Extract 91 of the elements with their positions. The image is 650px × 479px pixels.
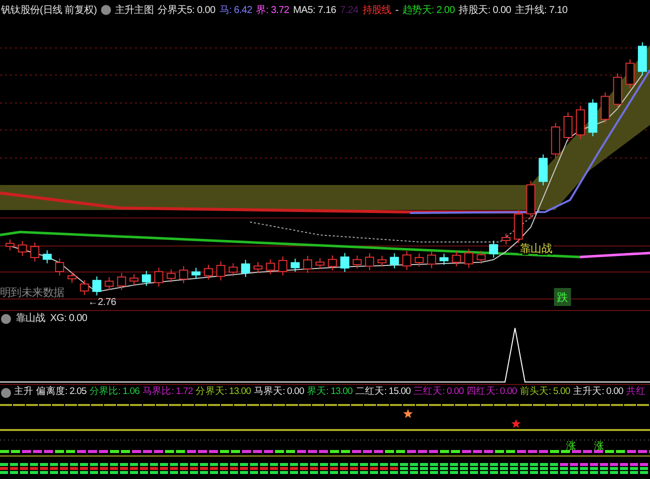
label-background <box>554 288 571 306</box>
indicator-reading: - <box>395 4 398 18</box>
fall-signal-label: 跌 <box>557 292 568 304</box>
indicator-reading: 持股线 <box>362 4 392 18</box>
indicator-reading: 界: 3.72 <box>256 4 290 18</box>
signal-label: 靠山战 <box>520 243 552 255</box>
candlestick <box>42 250 52 264</box>
candlestick <box>204 264 213 280</box>
candlestick <box>502 233 510 245</box>
indicator-reading: 7.24 <box>340 4 358 18</box>
candlestick <box>464 248 474 268</box>
rise-marker: 涨 <box>566 441 576 452</box>
candlestick <box>600 92 610 124</box>
candlestick <box>390 252 399 269</box>
indicator-reading: 三红天: 0.00 <box>413 385 464 400</box>
indicator-reading: 分界天: 13.00 <box>196 385 251 400</box>
indicator-reading: 马界天: 0.00 <box>254 385 304 400</box>
candlestick <box>551 122 560 158</box>
candlestick <box>254 262 262 274</box>
indicator-reading: 主升线: 7.10 <box>515 4 568 18</box>
candlestick <box>303 255 312 274</box>
candlestick <box>68 271 76 284</box>
candlestick <box>489 240 498 258</box>
candlestick <box>104 276 114 291</box>
candlestick <box>378 255 386 268</box>
indicator-reading: 界天: 13.00 <box>306 385 352 400</box>
panel-reading: XG: 0.00 <box>50 312 88 326</box>
indicator-reading: 共红 <box>626 385 646 400</box>
candlestick <box>440 253 448 266</box>
candlestick <box>241 259 250 278</box>
candlestick <box>526 180 536 218</box>
candlestick <box>402 250 412 270</box>
indicator-reading: 分界天5: 0.00 <box>158 4 216 18</box>
chart-note: 明到未来数据 <box>0 287 64 299</box>
candlestick <box>613 72 622 109</box>
candlestick <box>514 210 523 244</box>
candlestick <box>216 260 226 281</box>
indicator-reading: 主升天: 0.00 <box>572 385 624 400</box>
candlestick <box>638 42 647 76</box>
options-icon[interactable] <box>1 388 11 398</box>
indicator-reading: 四红天: 0.00 <box>466 385 517 400</box>
candlestick <box>564 112 572 142</box>
candlestick <box>117 272 126 290</box>
candlestick <box>414 253 424 268</box>
options-icon[interactable] <box>1 314 11 324</box>
candlestick <box>55 258 64 276</box>
indicator-reading: 分界比: 1.06 <box>89 385 140 400</box>
options-icon[interactable] <box>100 5 111 15</box>
candlestick <box>626 58 634 89</box>
candlestick <box>365 252 374 271</box>
indicator-reading: 趋势天: 2.00 <box>402 4 455 18</box>
indicator-reading: 马: 6.42 <box>219 4 252 18</box>
candlestick <box>340 252 350 272</box>
candlestick <box>476 250 486 264</box>
candlestick <box>166 268 176 283</box>
indicator-name: 主升主图 <box>114 4 154 18</box>
candlestick <box>92 276 102 296</box>
indicator-reading: 偏离度: 2.05 <box>36 385 86 400</box>
candlestick <box>538 154 548 186</box>
candlestick <box>30 242 40 262</box>
candlestick <box>130 274 138 286</box>
indicator-reading: 持股天: 0.00 <box>458 4 512 18</box>
candlestick <box>179 266 188 284</box>
candlestick <box>427 250 436 269</box>
star-icon <box>403 409 413 418</box>
candlestick <box>266 258 275 275</box>
candlestick <box>588 98 598 137</box>
candlestick <box>352 255 362 270</box>
candlestick <box>452 250 461 267</box>
indicator-reading: 前头天: 5.00 <box>520 385 570 400</box>
candlestick <box>228 262 238 277</box>
candlestick <box>576 105 585 140</box>
candlestick <box>154 267 164 288</box>
candlestick <box>316 258 324 270</box>
candlestick <box>18 240 27 256</box>
indicator-reading: 二红天: 15.00 <box>355 385 410 400</box>
panel-title: 靠山战 <box>16 312 46 326</box>
candlestick <box>290 258 300 272</box>
candlestick <box>80 280 89 296</box>
candlestick <box>278 256 288 276</box>
candlestick <box>192 267 200 280</box>
indicator-reading: 马界比: 1.72 <box>142 385 193 400</box>
indicator-reading: MA5: 7.16 <box>293 4 336 18</box>
candlestick <box>328 254 337 271</box>
stock-title: 钒钛股份(日线 前复权) <box>1 4 97 18</box>
panel-title: 主升 <box>14 385 34 400</box>
candlestick <box>142 270 151 286</box>
low-price-label: ←2.76 <box>88 297 116 308</box>
candlestick <box>6 238 14 251</box>
rise-marker: 涨 <box>594 441 604 452</box>
star-icon <box>511 419 521 428</box>
